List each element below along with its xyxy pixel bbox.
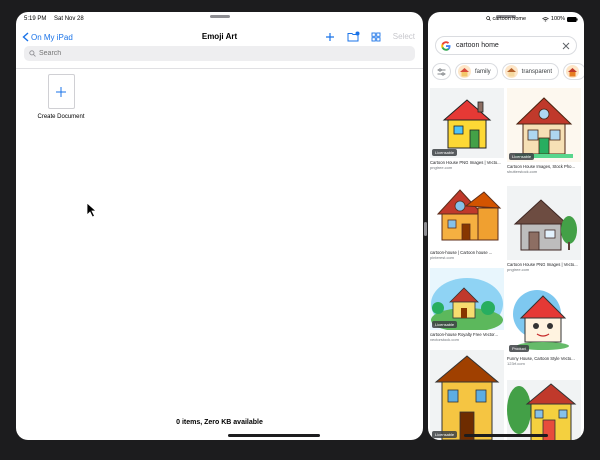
status-time: 5:19 PM [24,16,47,22]
home-indicator[interactable] [228,434,320,437]
image-result[interactable]: Licensable Cartoon House PNG Images | Ve… [430,88,504,170]
chip-more[interactable] [563,63,584,80]
result-image: Licensable [430,88,504,158]
multitasking-grabber[interactable] [210,15,230,18]
clear-search-icon[interactable] [561,42,571,50]
google-search-box[interactable]: cartoon home [435,36,577,55]
cartoon-house-image [515,97,573,158]
lock-search-icon [486,16,491,21]
status-date: Sat Nov 28 [54,16,84,22]
image-result[interactable]: Cartoon House PNG Images | Vecto... pngt… [507,186,581,272]
mouse-pointer-icon [86,202,98,218]
search-input[interactable] [39,50,399,57]
ipad-screen: 5:19 PM Sat Nov 28 On My iPad Emoji Art [0,0,600,460]
cartoon-house-image [507,383,577,440]
plus-icon [56,86,66,97]
search-bar[interactable] [24,46,415,61]
tune-icon [437,67,446,76]
result-source: shutterstock.com [507,169,538,174]
house-thumbnail-icon [566,65,580,78]
result-image [430,180,504,248]
result-source: 123rf.com [507,361,525,366]
image-result[interactable]: Licensable cartoon-house Royalty Free Ve… [430,268,504,342]
result-source: pngtree.com [430,165,453,170]
search-query[interactable]: cartoon home [456,42,561,49]
document-tile [47,74,75,109]
storage-info: 0 items, Zero KB available [176,419,263,426]
status-bar: 5:19 PM Sat Nov 28 [24,16,90,22]
chip-label: family [475,68,491,75]
image-result[interactable]: Product Funny House, Cartoon Style Vecto… [507,282,581,366]
split-view-divider-handle[interactable] [424,222,427,236]
nav-actions: Select [324,30,415,43]
result-source: vectorstock.com [430,337,459,342]
create-document-label: Create Document [37,114,85,120]
home-indicator[interactable] [464,434,548,437]
cartoon-house-image [513,290,569,350]
browser-pane: cartoon home 100% cartoon home family tr… [428,12,584,440]
search-icon [29,50,36,57]
wifi-icon [542,16,549,21]
cartoon-house-image [434,355,500,440]
result-badge: Licensable [432,149,458,156]
result-image: Licensable [430,268,504,330]
new-folder-icon[interactable] [347,30,360,43]
image-result[interactable]: Licensable [430,350,504,440]
result-source: pngtree.com [507,267,530,272]
result-image: Product [507,282,581,354]
add-icon[interactable] [324,30,337,43]
result-image [507,380,581,440]
grid-view-icon[interactable] [370,30,383,43]
result-badge: Product [509,345,529,352]
chip-label: transparent [521,68,553,75]
url-text: cartoon home [492,16,527,22]
image-result[interactable] [507,380,581,440]
image-result[interactable]: Licensable Cartoon House Images, Stock P… [507,88,581,174]
chip-family[interactable]: family [455,63,498,80]
result-image: Licensable [507,88,581,162]
filter-settings-chip[interactable] [432,63,451,80]
house-thumbnail-icon [458,65,471,78]
result-badge: Licensable [432,321,458,328]
result-image [507,186,581,260]
result-image: Licensable [430,350,504,440]
browser-status-bar: cartoon home 100% [428,16,584,24]
battery-icon [567,16,578,22]
result-badge: Licensable [432,431,458,438]
system-icons: 100% [542,16,578,22]
cartoon-house-image [436,189,502,241]
create-document-button[interactable]: Create Document [37,74,85,121]
cartoon-house-image [442,99,492,149]
result-badge: Licensable [509,153,535,160]
google-logo-icon [441,40,451,51]
battery-percent: 100% [550,16,565,22]
files-app-pane: 5:19 PM Sat Nov 28 On My iPad Emoji Art [16,12,423,440]
divider [16,68,423,69]
cartoon-house-image [513,199,577,251]
chip-transparent[interactable]: transparent [501,63,560,80]
select-button[interactable]: Select [393,32,415,41]
filter-chips: family transparent [432,63,584,80]
house-thumbnail-icon [504,65,518,78]
result-source: pinterest.com [430,255,455,260]
image-result[interactable]: cartoon-house | Cartoon house ... pinter… [430,180,504,260]
